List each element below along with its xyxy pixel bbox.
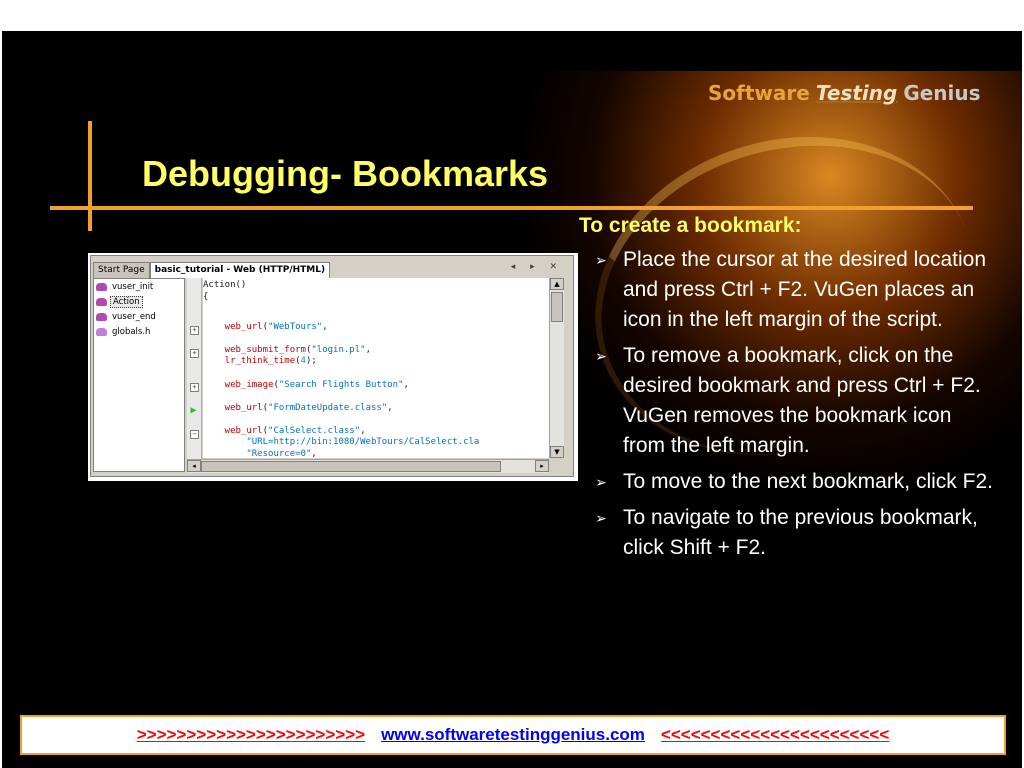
code-line: web_url("CalSelect.class", [203, 426, 366, 438]
expand-icon[interactable]: + [190, 326, 199, 335]
arrow-bullet-icon: ➢ [595, 252, 607, 268]
action-icon [96, 282, 107, 291]
tab-nav-controls[interactable]: ◂ ▸ ✕ [511, 262, 563, 272]
code-line: web_submit_form("login.pl", [203, 345, 371, 357]
accent-bar-horizontal [50, 206, 973, 210]
tree-item-label: Action [110, 295, 143, 308]
code-token: web_submit_form [203, 345, 306, 355]
footer-left-arrows: >>>>>>>>>>>>>>>>>>>>>>> [136, 725, 366, 744]
bullet-text: To navigate to the previous bookmark, cl… [623, 506, 978, 559]
action-icon [96, 297, 107, 306]
script-editor[interactable]: Action() { web_url("WebTours", web_submit… [203, 278, 549, 458]
slide-title: Debugging- Bookmarks [142, 153, 549, 194]
accent-bar-vertical [88, 121, 92, 231]
collapse-icon[interactable]: − [190, 430, 199, 439]
bookmark-instructions: To create a bookmark: ➢ Place the cursor … [579, 213, 999, 569]
logo: Software Testing Genius [708, 73, 981, 113]
scroll-up-icon[interactable]: ▲ [550, 278, 564, 290]
horizontal-scroll-thumb[interactable] [201, 461, 501, 472]
content-heading: To create a bookmark: [579, 214, 802, 237]
scroll-left-icon[interactable]: ◂ [187, 460, 201, 472]
code-token: "FormDateUpdate.class" [268, 403, 388, 413]
code-token: "URL=http://bin:1080/WebTours/CalSelect.… [203, 437, 480, 447]
ide-tab-strip: Start Page basic_tutorial - Web (HTTP/HT… [93, 262, 331, 278]
code-line: web_url("WebTours", [203, 322, 328, 334]
code-token: "login.pl" [311, 345, 366, 355]
code-token: web_image [203, 380, 274, 390]
tree-item-label: vuser_end [112, 311, 156, 322]
ide-tab-script[interactable]: basic_tutorial - Web (HTTP/HTML) [149, 262, 331, 278]
ide-tab-start-page[interactable]: Start Page [93, 262, 150, 278]
code-token: "Search Flights Button" [278, 380, 404, 390]
code-line: web_url("FormDateUpdate.class", [203, 403, 393, 415]
horizontal-scrollbar[interactable]: ◂ ▸ [187, 459, 549, 473]
tree-item-vuser-init[interactable]: vuser_init [94, 279, 184, 294]
bullet-text: To move to the next bookmark, click F2. [623, 470, 993, 493]
logo-word-software: Software [708, 81, 810, 105]
bookmark-icon[interactable]: ▶ [190, 406, 197, 416]
code-token: { [203, 292, 209, 302]
bullet-item: ➢ To navigate to the previous bookmark, c… [579, 503, 999, 563]
arrow-bullet-icon: ➢ [595, 474, 607, 490]
header-file-icon [96, 327, 107, 336]
ide-screenshot: Start Page basic_tutorial - Web (HTTP/HT… [88, 253, 578, 481]
script-tree: vuser_init Action vuser_end globals.h [93, 278, 185, 472]
arrow-bullet-icon: ➢ [595, 510, 607, 526]
code-token: , [360, 426, 366, 436]
expand-icon[interactable]: + [190, 383, 199, 392]
code-line: "Resource=0", [203, 449, 317, 458]
tree-item-globals-h[interactable]: globals.h [94, 324, 184, 339]
bullet-item: ➢ To remove a bookmark, click on the desi… [579, 341, 999, 461]
code-token: ); [305, 356, 317, 366]
code-token: , [365, 345, 371, 355]
code-token: web_url [203, 403, 263, 413]
scroll-right-icon[interactable]: ▸ [535, 460, 549, 472]
code-line: Action() [203, 280, 246, 292]
arrow-bullet-icon: ➢ [595, 348, 607, 364]
tree-item-vuser-end[interactable]: vuser_end [94, 309, 184, 324]
code-token: Action() [203, 280, 247, 290]
footer-right-arrows: <<<<<<<<<<<<<<<<<<<<<<< [660, 725, 890, 744]
action-icon [96, 312, 107, 321]
code-line: { [203, 292, 208, 304]
ide-window: Start Page basic_tutorial - Web (HTTP/HT… [90, 255, 574, 477]
tree-item-label: globals.h [112, 326, 151, 337]
expand-icon[interactable]: + [190, 349, 199, 358]
slide: Software Testing Genius Debugging- Bookm… [2, 31, 1022, 768]
vertical-scrollbar[interactable]: ▲ ▼ [549, 278, 564, 458]
bullet-item: ➢ To move to the next bookmark, click F2. [579, 467, 999, 497]
code-token: web_url [203, 322, 263, 332]
bullet-text: Place the cursor at the desired location… [623, 248, 987, 331]
bullet-text: To remove a bookmark, click on the desir… [623, 344, 981, 457]
code-line: lr_think_time(4); [203, 356, 317, 368]
code-token: "CalSelect.class" [268, 426, 361, 436]
code-line: "URL=http://bin:1080/WebTours/CalSelect.… [203, 437, 479, 449]
code-token: web_url [203, 426, 263, 436]
code-token: , [403, 380, 409, 390]
code-token: , [322, 322, 328, 332]
tree-item-label: vuser_init [112, 281, 154, 292]
scroll-down-icon[interactable]: ▼ [550, 446, 564, 458]
logo-word-testing: Testing [815, 81, 898, 105]
bullet-item: ➢ Place the cursor at the desired locatio… [579, 245, 999, 335]
code-token: , [387, 403, 393, 413]
tree-item-action[interactable]: Action [94, 294, 184, 309]
vertical-scroll-thumb[interactable] [551, 292, 563, 322]
code-token: "Resource=0" [203, 449, 312, 458]
code-line: web_image("Search Flights Button", [203, 380, 409, 392]
script-gutter[interactable]: + + + ▶ − [187, 278, 202, 472]
logo-word-genius: Genius [903, 81, 981, 105]
code-token: "WebTours" [268, 322, 323, 332]
code-token: , [311, 449, 317, 458]
footer-website-link[interactable]: www.softwaretestinggenius.com [381, 725, 645, 745]
code-token: lr_think_time [203, 356, 296, 366]
footer-banner: >>>>>>>>>>>>>>>>>>>>>>> www.softwaretest… [20, 715, 1006, 755]
bullet-list: ➢ Place the cursor at the desired locatio… [579, 245, 999, 563]
